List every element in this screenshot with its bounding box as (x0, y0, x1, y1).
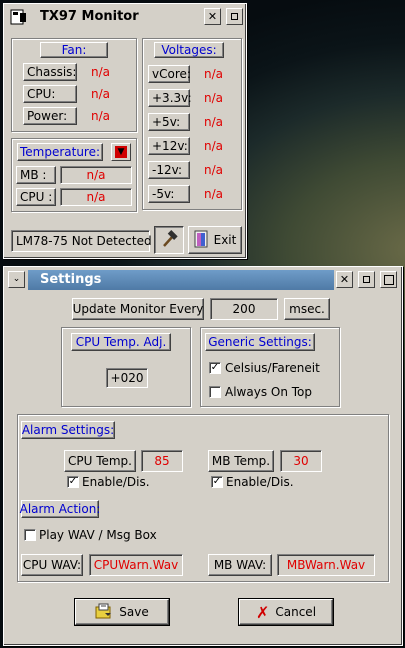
cpu-temp-adj-header[interactable]: CPU Temp. Adj. (71, 333, 171, 351)
celsius-checkbox[interactable]: ✓ (209, 362, 221, 374)
fan-cpu-label[interactable]: CPU: (23, 85, 77, 103)
temp-mb-label: MB : (16, 166, 56, 184)
fan-chassis-label[interactable]: Chassis: (23, 63, 77, 81)
always-on-top-checkbox[interactable] (209, 386, 221, 398)
temp-cpu-value: n/a (60, 188, 132, 206)
cancel-label: Cancel (275, 605, 317, 619)
volt-5v-label[interactable]: +5v: (148, 113, 190, 131)
save-icon (95, 603, 113, 622)
temperature-dropdown-button[interactable]: ▼ (111, 143, 131, 161)
settings-titlebar[interactable]: ⌄ Settings ✕ (6, 269, 400, 291)
volt-3v3-value: n/a (204, 91, 224, 105)
monitor-titlebar[interactable]: TX97 Monitor ✕ (6, 6, 244, 28)
generic-settings-header[interactable]: Generic Settings: (205, 333, 315, 351)
temperature-header[interactable]: Temperature: (17, 143, 103, 161)
monitor-window: TX97 Monitor ✕ Fan: Chassis: n/a CPU: n/… (3, 3, 247, 259)
volt-3v3-label[interactable]: +3.3v: (148, 89, 192, 107)
volt-12v-value: n/a (204, 139, 224, 153)
check-icon: ✓ (212, 476, 222, 487)
settings-restore-button[interactable] (358, 271, 375, 288)
cpu-temp-label: CPU Temp. (64, 450, 136, 472)
volt-vcore-value: n/a (204, 67, 224, 81)
close-icon: ✕ (207, 10, 218, 23)
volt-neg5v-value: n/a (204, 187, 224, 201)
play-wav-checkbox[interactable] (24, 529, 36, 541)
close-button[interactable]: ✕ (204, 8, 221, 25)
maximize-button[interactable] (226, 8, 243, 25)
check-icon: ✓ (68, 476, 78, 487)
volt-vcore-label[interactable]: vCore: (148, 65, 191, 83)
temp-cpu-label: CPU : (16, 188, 56, 206)
mb-temp-threshold-input[interactable]: 30 (280, 450, 322, 472)
window-menu-button[interactable]: ⌄ (8, 271, 25, 288)
save-button[interactable]: Save (75, 599, 169, 625)
app-icon[interactable] (10, 9, 28, 25)
voltages-header[interactable]: Voltages: (154, 42, 224, 58)
mb-alarm-enable-label: Enable/Dis. (226, 475, 294, 489)
close-icon: ✕ (339, 273, 350, 286)
volt-neg12v-value: n/a (204, 163, 224, 177)
cpu-temp-adj-input[interactable]: +020 (106, 368, 148, 388)
always-on-top-label: Always On Top (225, 385, 312, 399)
celsius-label: Celsius/Fareneit (225, 361, 320, 375)
volt-5v-value: n/a (204, 115, 224, 129)
settings-maximize-button[interactable] (380, 271, 397, 288)
update-interval-input[interactable]: 200 (210, 298, 278, 320)
alarm-action-header[interactable]: Alarm Action: (20, 500, 100, 518)
cpu-alarm-enable-label: Enable/Dis. (82, 475, 150, 489)
mb-alarm-enable-checkbox[interactable]: ✓ (211, 476, 223, 488)
temp-mb-value: n/a (60, 166, 132, 184)
maximize-icon (383, 274, 394, 285)
fan-header[interactable]: Fan: (40, 42, 108, 58)
maximize-icon (231, 13, 238, 20)
fan-cpu-value: n/a (91, 87, 111, 101)
volt-12v-label[interactable]: +12v: (148, 137, 190, 155)
update-interval-label: Update Monitor Every (72, 298, 204, 320)
fan-chassis-value: n/a (91, 65, 111, 79)
cpu-wav-input[interactable]: CPUWarn.Wav (89, 554, 183, 576)
alarm-settings-header[interactable]: Alarm Settings: (21, 421, 115, 439)
settings-title: Settings (40, 272, 102, 287)
status-text: LM78-75 Not Detected (11, 230, 152, 252)
door-exit-icon (194, 230, 208, 251)
exit-label: Exit (213, 233, 237, 247)
menu-icon: ⌄ (12, 274, 21, 284)
mb-wav-input[interactable]: MBWarn.Wav (277, 554, 375, 576)
settings-tool-button[interactable] (154, 226, 184, 254)
volt-neg5v-label[interactable]: -5v: (148, 185, 190, 203)
mb-wav-label: MB WAV: (208, 554, 272, 576)
cpu-alarm-enable-checkbox[interactable]: ✓ (67, 476, 79, 488)
settings-close-button[interactable]: ✕ (336, 271, 353, 288)
settings-window: ⌄ Settings ✕ Update Monitor Every 200 ms… (3, 266, 403, 646)
update-unit-label: msec. (284, 298, 330, 320)
save-label: Save (119, 605, 149, 619)
fan-power-label[interactable]: Power: (23, 107, 77, 125)
fan-power-value: n/a (91, 109, 111, 123)
mb-temp-label: MB Temp. (208, 450, 274, 472)
cpu-temp-threshold-input[interactable]: 85 (141, 450, 183, 472)
restore-icon (363, 276, 370, 283)
hammer-icon (160, 229, 178, 251)
cpu-wav-label: CPU WAV: (21, 554, 83, 576)
chevron-down-icon: ▼ (115, 146, 127, 158)
volt-neg12v-label[interactable]: -12v: (148, 161, 190, 179)
cancel-x-icon: ✗ (255, 602, 270, 622)
exit-button[interactable]: Exit (188, 226, 242, 254)
check-icon: ✓ (210, 362, 220, 373)
play-wav-label: Play WAV / Msg Box (39, 528, 157, 542)
monitor-title: TX97 Monitor (40, 9, 139, 24)
cancel-button[interactable]: ✗ Cancel (239, 599, 333, 625)
